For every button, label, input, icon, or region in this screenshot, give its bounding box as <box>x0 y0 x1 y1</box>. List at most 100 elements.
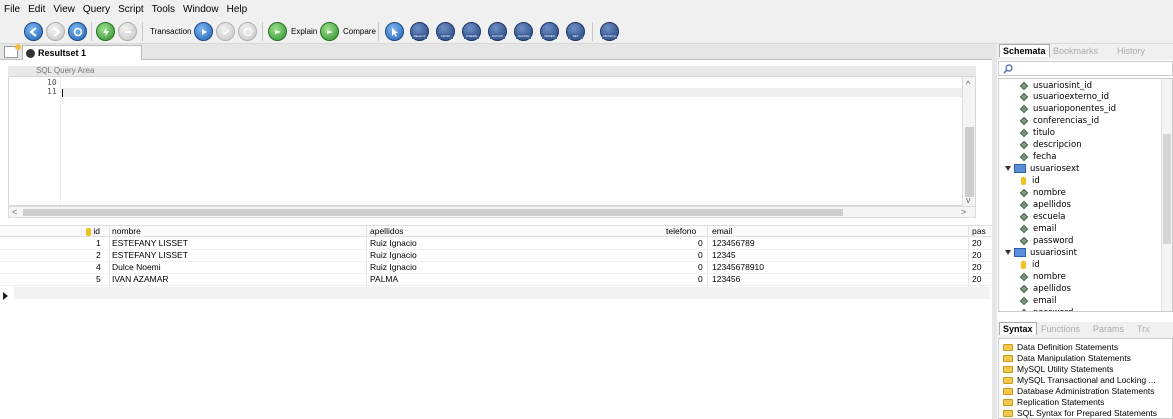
cell-nombre[interactable]: ESTEFANY LISSET <box>112 238 188 249</box>
expand-arrow-icon[interactable] <box>1005 166 1011 171</box>
tree-node-table[interactable]: usuariosext <box>1005 164 1079 174</box>
tree-node-column[interactable]: nombre <box>1019 272 1066 282</box>
back-button[interactable] <box>24 22 43 41</box>
tab-history[interactable]: History <box>1117 46 1145 56</box>
menu-view[interactable]: View <box>53 4 75 15</box>
cell-apellidos[interactable]: PALMA <box>370 274 398 285</box>
schema-tree[interactable]: usuariosint_id usuarioexterno_id usuario… <box>998 78 1173 312</box>
cell-telefono[interactable]: 0 <box>698 250 703 261</box>
tree-node-column[interactable]: conferencias_id <box>1019 116 1099 126</box>
where-clause-button[interactable]: WHERE <box>462 22 481 41</box>
execute-button[interactable] <box>96 22 115 41</box>
having-clause-button[interactable]: HAVING <box>514 22 533 41</box>
sql-vertical-scrollbar[interactable]: ^ v <box>962 77 975 207</box>
tree-node-column[interactable]: titulo <box>1019 128 1055 138</box>
tab-functions[interactable]: Functions <box>1041 324 1080 334</box>
scroll-thumb[interactable] <box>1163 134 1171 244</box>
menu-query[interactable]: Query <box>83 4 110 15</box>
tab-bookmarks[interactable]: Bookmarks <box>1053 46 1098 56</box>
table-row[interactable]: 2 ESTEFANY LISSET Ruiz Ignacio 0 12345 2… <box>0 250 992 262</box>
cell-email[interactable]: 12345 <box>712 250 736 261</box>
tree-node-column[interactable]: email <box>1019 296 1056 306</box>
scroll-right-icon[interactable]: > <box>961 207 966 217</box>
scroll-down-icon[interactable]: v <box>966 195 971 205</box>
cell-id[interactable]: 2 <box>96 250 101 261</box>
sql-editor[interactable]: 10 11 ^ v <box>8 76 976 207</box>
cell-password[interactable]: 20 <box>972 274 990 285</box>
tree-node-column[interactable]: usuariosint_id <box>1019 81 1092 91</box>
cell-nombre[interactable]: Dulce Noemi <box>112 262 161 273</box>
cell-email[interactable]: 123456789 <box>712 238 755 249</box>
menu-edit[interactable]: Edit <box>28 4 45 15</box>
tree-node-column[interactable]: password <box>1019 308 1073 311</box>
cell-telefono[interactable]: 0 <box>698 238 703 249</box>
tab-syntax[interactable]: Syntax <box>999 322 1037 335</box>
cell-nombre[interactable]: ESTEFANY LISSET <box>112 250 188 261</box>
forward-button[interactable] <box>46 22 65 41</box>
scroll-thumb[interactable] <box>23 209 843 216</box>
menu-tools[interactable]: Tools <box>152 4 175 15</box>
cell-telefono[interactable]: 0 <box>698 274 703 285</box>
cell-email[interactable]: 12345678910 <box>712 262 764 273</box>
list-item[interactable]: Data Manipulation Statements <box>1003 353 1131 363</box>
tree-node-column[interactable]: nombre <box>1019 188 1066 198</box>
tree-node-table[interactable]: usuariosint <box>1005 248 1077 258</box>
list-item[interactable]: MySQL Utility Statements <box>1003 364 1114 374</box>
tree-node-column[interactable]: escuela <box>1019 212 1066 222</box>
cell-apellidos[interactable]: Ruiz Ignacio <box>370 238 417 249</box>
stop-button[interactable] <box>118 22 137 41</box>
cell-id[interactable]: 5 <box>96 274 101 285</box>
column-header-apellidos[interactable]: apellidos <box>370 226 404 237</box>
schema-search-input[interactable] <box>998 61 1173 76</box>
list-item[interactable]: SQL Syntax for Prepared Statements <box>1003 408 1157 418</box>
table-row[interactable]: 5 IVAN AZAMAR PALMA 0 123456 20 <box>0 274 992 286</box>
scroll-thumb[interactable] <box>965 127 974 197</box>
tree-node-column[interactable]: usuarioexterno_id <box>1019 92 1109 102</box>
scroll-up-icon[interactable]: ^ <box>966 79 970 89</box>
column-header-nombre[interactable]: nombre <box>112 226 141 237</box>
column-header-password[interactable]: pas <box>972 226 990 237</box>
cell-password[interactable]: 20 <box>972 238 990 249</box>
details-button[interactable]: DETAILS <box>600 22 619 41</box>
tree-node-column[interactable]: descripcion <box>1019 140 1082 150</box>
transaction-start-button[interactable] <box>194 22 213 41</box>
tree-node-column[interactable]: email <box>1019 224 1056 234</box>
list-item[interactable]: MySQL Transactional and Locking ... <box>1003 375 1156 385</box>
list-item[interactable]: Database Administration Statements <box>1003 386 1155 396</box>
column-header-email[interactable]: email <box>712 226 732 237</box>
tree-node-key[interactable]: id <box>1021 176 1040 186</box>
menu-file[interactable]: File <box>4 4 20 15</box>
menu-help[interactable]: Help <box>227 4 248 15</box>
scroll-left-icon[interactable]: < <box>12 207 17 217</box>
new-tab-icon[interactable] <box>4 44 21 58</box>
cell-email[interactable]: 123456 <box>712 274 740 285</box>
table-row[interactable]: 1 ESTEFANY LISSET Ruiz Ignacio 0 1234567… <box>0 238 992 250</box>
list-item[interactable]: Replication Statements <box>1003 397 1104 407</box>
tree-node-column[interactable]: usuarioponentes_id <box>1019 104 1116 114</box>
expand-arrow-icon[interactable] <box>1005 250 1011 255</box>
cell-nombre[interactable]: IVAN AZAMAR <box>112 274 169 285</box>
from-clause-button[interactable]: FROM <box>436 22 455 41</box>
panel-divider[interactable] <box>992 44 997 419</box>
cell-password[interactable]: 20 <box>972 250 990 261</box>
commit-button[interactable] <box>216 22 235 41</box>
tab-trx[interactable]: Trx <box>1137 324 1150 334</box>
cell-id[interactable]: 4 <box>96 262 101 273</box>
menu-window[interactable]: Window <box>183 4 219 15</box>
tree-node-key[interactable]: id <box>1021 260 1040 270</box>
column-header-telefono[interactable]: telefono <box>666 226 696 237</box>
tree-node-column[interactable]: fecha <box>1019 152 1057 162</box>
refresh-button[interactable] <box>68 22 87 41</box>
menu-script[interactable]: Script <box>118 4 144 15</box>
order-clause-button[interactable]: ORDER <box>540 22 559 41</box>
tab-resultset[interactable]: Resultset 1 <box>22 45 142 60</box>
set-clause-button[interactable]: SET <box>566 22 585 41</box>
cell-password[interactable]: 20 <box>972 262 990 273</box>
list-item[interactable]: Data Definition Statements <box>1003 342 1118 352</box>
cell-apellidos[interactable]: Ruiz Ignacio <box>370 262 417 273</box>
tree-scrollbar[interactable] <box>1161 79 1172 311</box>
new-row-placeholder[interactable] <box>14 287 990 299</box>
table-row[interactable]: 4 Dulce Noemi Ruiz Ignacio 0 12345678910… <box>0 262 992 274</box>
select-clause-button[interactable]: SELECT <box>410 22 429 41</box>
sql-horizontal-scrollbar[interactable]: < > <box>8 206 976 218</box>
